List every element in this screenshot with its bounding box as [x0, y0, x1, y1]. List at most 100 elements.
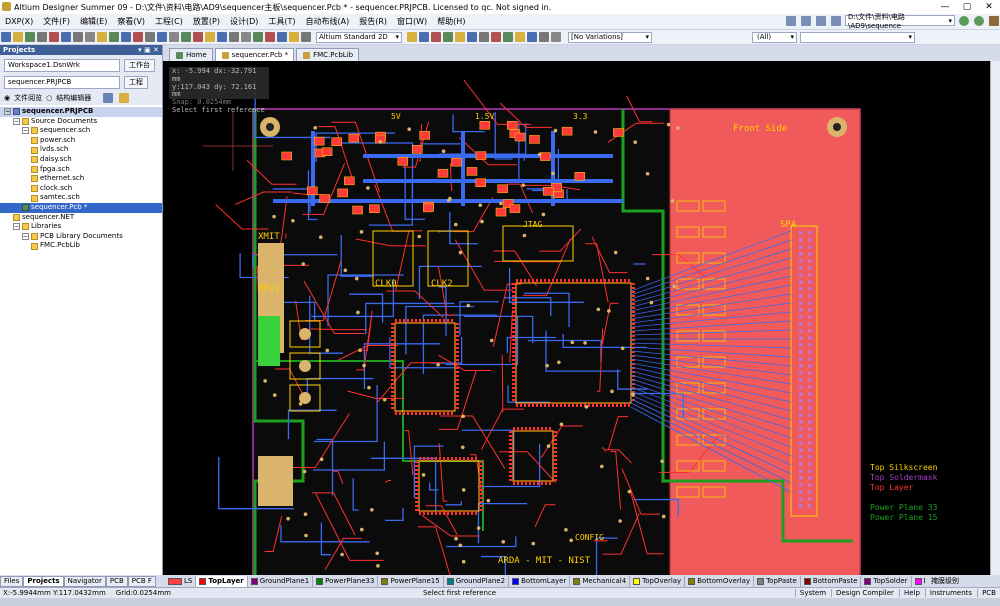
- tree-node[interactable]: − PCB Library Documents: [0, 232, 162, 242]
- menu-item[interactable]: 自动布线(A): [301, 16, 355, 27]
- radio-structure[interactable]: ○: [46, 94, 52, 102]
- toolbar-icon[interactable]: [217, 32, 227, 42]
- toolbar-icon[interactable]: [157, 32, 167, 42]
- folder-options-icon[interactable]: [119, 93, 130, 103]
- toolbar-icon[interactable]: [253, 32, 263, 42]
- tree-node[interactable]: power.sch: [0, 136, 162, 146]
- tree-node[interactable]: lvds.sch: [0, 145, 162, 155]
- filter-icon[interactable]: [831, 15, 841, 26]
- layer-tab-bottomsolder[interactable]: BottomSolder: [912, 576, 925, 587]
- menu-item[interactable]: 工程(C): [150, 16, 188, 27]
- toolbar-icon[interactable]: [49, 32, 59, 42]
- menu-item[interactable]: 帮助(H): [432, 16, 470, 27]
- toolbar-icon[interactable]: [97, 32, 107, 42]
- home-icon[interactable]: [989, 15, 999, 26]
- panel-tab[interactable]: PCB F: [127, 575, 156, 587]
- toolbar-icon[interactable]: [145, 32, 155, 42]
- layer-tab-mechanical4[interactable]: Mechanical4: [570, 575, 631, 587]
- forward-icon[interactable]: [974, 15, 984, 26]
- layout-icon[interactable]: [786, 15, 796, 26]
- tree-node[interactable]: − sequencer.sch: [0, 126, 162, 136]
- toolbar-icon[interactable]: [229, 32, 239, 42]
- toolbar-icon[interactable]: [25, 32, 35, 42]
- maximize-button[interactable]: ▢: [956, 0, 978, 14]
- tree-node[interactable]: fpga.sch: [0, 165, 162, 175]
- tree-node[interactable]: daisy.sch: [0, 155, 162, 165]
- right-sidebar[interactable]: [990, 61, 1000, 575]
- toolbar-icon[interactable]: [479, 32, 489, 42]
- tree-node[interactable]: samtec.sch: [0, 193, 162, 203]
- toolbar-icon[interactable]: [265, 32, 275, 42]
- toolbar-icon[interactable]: [205, 32, 215, 42]
- path-combo[interactable]: D:\文件\资料\电路\AD9\sequence ▾: [845, 13, 955, 30]
- status-panel-button[interactable]: Instruments: [924, 589, 976, 597]
- menu-item[interactable]: 窗口(W): [392, 16, 432, 27]
- toolbar-icon[interactable]: [419, 32, 429, 42]
- panel-tab[interactable]: PCB: [105, 575, 128, 587]
- toolbar-icon[interactable]: [407, 32, 417, 42]
- pcb-canvas[interactable]: Front Side SPA XMIT RECV CLK0 CLK2 JTAG CONFIG 5…: [163, 61, 990, 575]
- layer-right-label[interactable]: 掩膜级别: [931, 576, 959, 586]
- doc-tab[interactable]: Home: [169, 48, 213, 61]
- toolbar-icon[interactable]: [181, 32, 191, 42]
- tree-node[interactable]: − Libraries: [0, 222, 162, 232]
- menu-item[interactable]: 察看(V): [112, 16, 150, 27]
- doc-tab[interactable]: FMC.PcbLib: [296, 48, 360, 61]
- tree-node[interactable]: − sequencer.PRJPCB: [0, 107, 162, 117]
- status-panel-button[interactable]: Design Compiler: [831, 589, 898, 597]
- toolbar-icon[interactable]: [301, 32, 311, 42]
- layer-tab-powerplane15[interactable]: PowerPlane15: [378, 575, 444, 587]
- doc-tab[interactable]: sequencer.Pcb *: [214, 48, 295, 61]
- status-panel-button[interactable]: System: [794, 589, 830, 597]
- layer-tab-bottomlayer[interactable]: BottomLayer: [509, 575, 571, 587]
- layer-tab-groundplane1[interactable]: GroundPlane1: [248, 575, 314, 587]
- workspace-button[interactable]: 工作台: [124, 59, 155, 72]
- menu-item[interactable]: 文件(F): [38, 16, 75, 27]
- filter-mask-combo[interactable]: ▾: [800, 31, 915, 43]
- toolbar-icon[interactable]: [277, 32, 287, 42]
- toolbar-icon[interactable]: [515, 32, 525, 42]
- layer-tab-topoverlay[interactable]: TopOverlay: [630, 575, 686, 587]
- refresh-icon[interactable]: [103, 93, 114, 103]
- tree-node[interactable]: ethernet.sch: [0, 174, 162, 184]
- tree-node[interactable]: − Source Documents: [0, 117, 162, 127]
- toolbar-icon[interactable]: [73, 32, 83, 42]
- project-field[interactable]: sequencer.PRJPCB: [4, 76, 120, 89]
- toolbar-icon[interactable]: [193, 32, 203, 42]
- expand-toggle[interactable]: −: [22, 233, 29, 241]
- panel-tab[interactable]: Navigator: [63, 575, 106, 587]
- report-icon[interactable]: [816, 15, 826, 26]
- toolbar-icon[interactable]: [503, 32, 513, 42]
- toolbar-icon[interactable]: [431, 32, 441, 42]
- toolbar-icon[interactable]: [491, 32, 501, 42]
- toolbar-icon[interactable]: [109, 32, 119, 42]
- back-icon[interactable]: [959, 15, 969, 26]
- tree-node[interactable]: clock.sch: [0, 184, 162, 194]
- layer-tab-groundplane2[interactable]: GroundPlane2: [444, 575, 510, 587]
- layer-tab-toplayer[interactable]: TopLayer: [196, 575, 248, 587]
- menu-item[interactable]: 工具(T): [263, 16, 300, 27]
- toolbar-icon[interactable]: [289, 32, 299, 42]
- expand-toggle[interactable]: −: [22, 127, 29, 135]
- expand-toggle[interactable]: −: [4, 108, 11, 116]
- workspace-combo[interactable]: Workspace1.DsnWrk: [4, 59, 120, 72]
- panel-tab[interactable]: Files: [0, 575, 24, 587]
- menu-item[interactable]: 报告(R): [354, 16, 392, 27]
- nav-icon[interactable]: [801, 15, 811, 26]
- panel-tab[interactable]: Projects: [23, 575, 64, 587]
- toolbar-icon[interactable]: [467, 32, 477, 42]
- menu-item[interactable]: 编辑(E): [75, 16, 112, 27]
- tree-node[interactable]: FMC.PcbLib: [0, 241, 162, 251]
- toolbar-icon[interactable]: [455, 32, 465, 42]
- layer-tab-bottompaste[interactable]: BottomPaste: [801, 575, 862, 587]
- expand-toggle[interactable]: −: [13, 223, 20, 231]
- toolbar-icon[interactable]: [133, 32, 143, 42]
- toolbar-icon[interactable]: [121, 32, 131, 42]
- layer-swatch[interactable]: LS: [165, 575, 197, 587]
- filter-combo[interactable]: (All) ▾: [752, 31, 797, 43]
- expand-toggle[interactable]: −: [13, 117, 20, 125]
- menu-item[interactable]: 放置(P): [188, 16, 225, 27]
- toolbar-icon[interactable]: [551, 32, 561, 42]
- toolbar-icon[interactable]: [61, 32, 71, 42]
- toolbar-icon[interactable]: [169, 32, 179, 42]
